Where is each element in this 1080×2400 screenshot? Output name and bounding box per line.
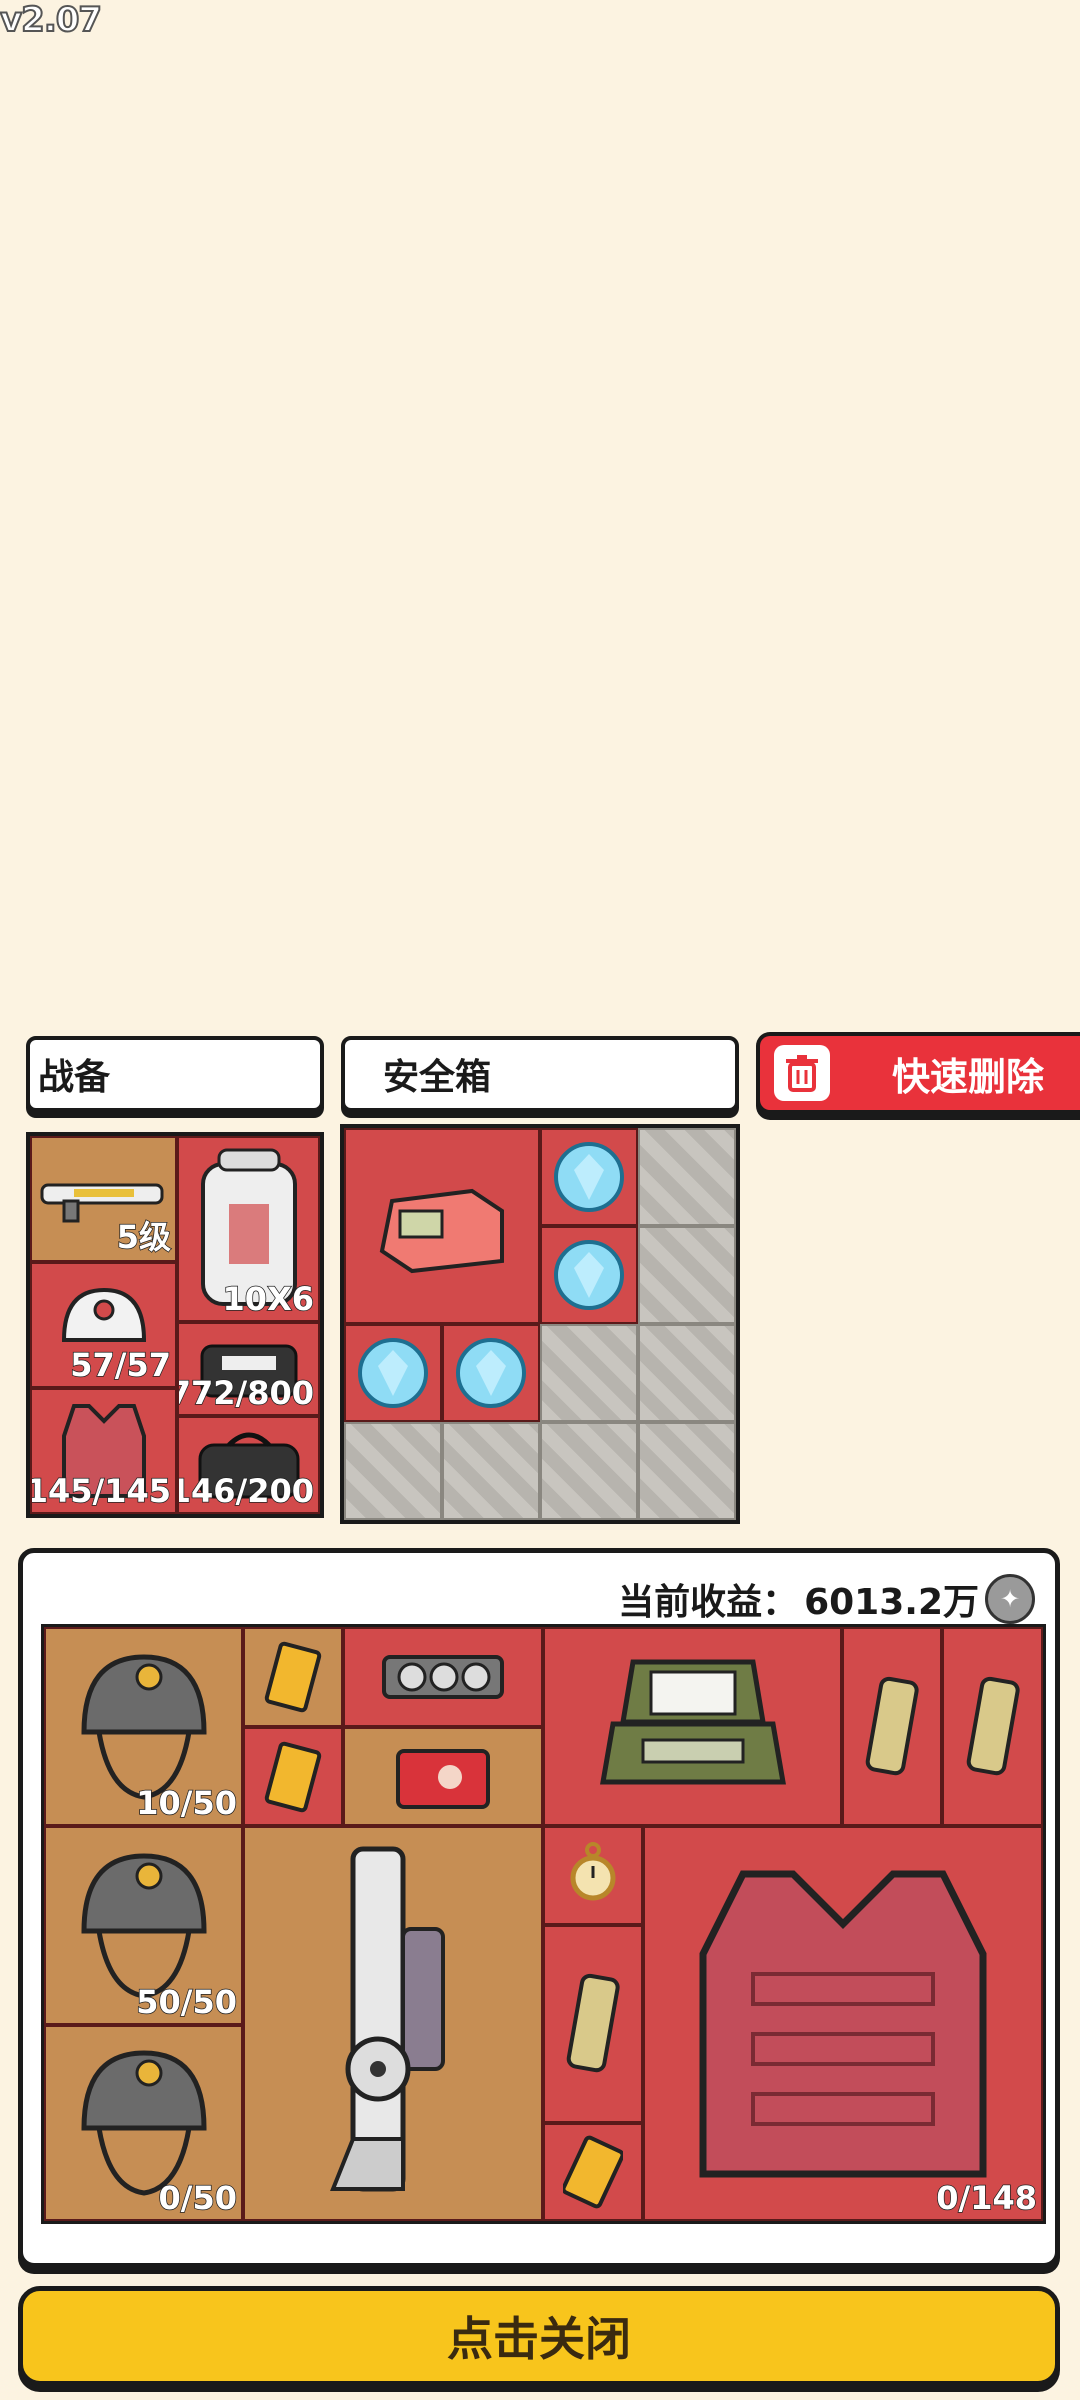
earnings-row: 当前收益： 6013.2万 ✦ [618, 1573, 1035, 1625]
safe-empty-slot [638, 1128, 736, 1226]
gold-ingot-icon [566, 1973, 620, 2073]
loot-gold-bar[interactable] [243, 1627, 343, 1727]
safe-empty-slot [638, 1324, 736, 1422]
loot-pocket-watch[interactable] [543, 1826, 643, 1925]
gear-panel: 5级 10X6 57/57 772/800 145/145 146/200 [26, 1132, 324, 1518]
safe-empty-slot [540, 1324, 638, 1422]
earnings-label: 当前收益： [618, 1582, 799, 1623]
safe-empty-slot [540, 1422, 638, 1520]
armor-durability: 145/145 [30, 1471, 172, 1511]
safe-empty-slot [344, 1422, 442, 1520]
close-button-label: 点击关闭 [447, 2312, 631, 2366]
helmet-3-count: 0/50 [158, 2178, 238, 2218]
loot-armor-vest[interactable]: 0/148 [643, 1826, 1043, 2221]
diamond-icon [554, 1240, 624, 1310]
printer-icon [379, 1188, 504, 1274]
diamond-icon [554, 1142, 624, 1212]
safe-box-tab[interactable]: 安全箱 [341, 1036, 739, 1112]
gold-ingot-icon [865, 1676, 919, 1775]
earnings-value: 6013.2万 [804, 1582, 979, 1623]
safe-box-tab-label: 安全箱 [383, 1057, 492, 1098]
gold-bar-icon [563, 2135, 623, 2209]
coin-icon: ✦ [985, 1574, 1035, 1624]
vest-count: 0/148 [936, 2178, 1038, 2218]
safe-box-panel [340, 1124, 740, 1524]
pocket-watch-icon [570, 1841, 616, 1900]
diamond-icon [456, 1338, 526, 1408]
loot-gold-ingot[interactable] [942, 1627, 1043, 1826]
helmet-durability: 57/57 [70, 1345, 172, 1385]
safe-empty-slot [638, 1226, 736, 1324]
heavy-gun-icon [330, 1846, 445, 2191]
rig-capacity: 772/800 [177, 1373, 315, 1413]
trash-icon [774, 1045, 830, 1101]
armor-slot[interactable]: 145/145 [30, 1388, 177, 1514]
armor-vest-icon [699, 1870, 987, 2177]
safe-empty-slot [442, 1422, 540, 1520]
safe-item-diamond-4[interactable] [442, 1324, 540, 1422]
graphics-card-icon [382, 1655, 504, 1699]
safe-item-printer[interactable] [344, 1128, 540, 1324]
bag-capacity: 146/200 [177, 1471, 315, 1511]
loot-drink-box[interactable] [343, 1727, 543, 1826]
backpack-slot[interactable]: 10X6 [177, 1136, 320, 1322]
loot-helmet-2[interactable]: 50/50 [44, 1826, 243, 2025]
quick-delete-button[interactable]: 快速删除 [756, 1032, 1080, 1114]
loot-gold-bar[interactable] [243, 1727, 343, 1826]
helmet-slot[interactable]: 57/57 [30, 1262, 177, 1388]
loot-heavy-weapon[interactable] [243, 1826, 543, 2221]
loot-helmet-3[interactable]: 0/50 [44, 2025, 243, 2221]
loot-field-laptop[interactable] [543, 1627, 842, 1826]
loot-gold-ingot[interactable] [842, 1627, 942, 1826]
safe-item-diamond-3[interactable] [344, 1324, 442, 1422]
rugged-laptop-icon [599, 1659, 786, 1784]
diamond-icon [358, 1338, 428, 1408]
version-label: v2.07 [0, 0, 103, 41]
drink-box-icon [396, 1748, 490, 1809]
gear-tab-label: 战备 [38, 1057, 111, 1098]
safe-empty-slot [638, 1422, 736, 1520]
weapon-level: 5级 [116, 1217, 172, 1257]
helmet-2-count: 50/50 [136, 1982, 238, 2022]
gold-ingot-icon [966, 1676, 1020, 1775]
loot-grid: 10/50 50/50 0/50 0/148 [41, 1624, 1046, 2224]
close-button[interactable]: 点击关闭 [18, 2286, 1060, 2386]
helmet-1-count: 10/50 [136, 1783, 238, 1823]
rig-slot[interactable]: 772/800 [177, 1322, 320, 1416]
gear-tab[interactable]: 战备 [26, 1036, 324, 1112]
safe-item-diamond-2[interactable] [540, 1226, 638, 1324]
loot-panel: 当前收益： 6013.2万 ✦ 10/50 50/50 0/50 0/148 [18, 1548, 1060, 2268]
safe-item-diamond-1[interactable] [540, 1128, 638, 1226]
weapon-slot[interactable]: 5级 [30, 1136, 177, 1262]
loot-gold-bar[interactable] [543, 2123, 643, 2221]
bag-slot[interactable]: 146/200 [177, 1416, 320, 1514]
gold-bar-icon [264, 1741, 322, 1812]
gold-bar-icon [264, 1641, 322, 1713]
loot-helmet-1[interactable]: 10/50 [44, 1627, 243, 1826]
loot-gold-ingot[interactable] [543, 1925, 643, 2123]
loot-graphics-card[interactable] [343, 1627, 543, 1727]
quick-delete-label: 快速删除 [892, 1054, 1045, 1099]
backpack-size: 10X6 [222, 1279, 315, 1319]
